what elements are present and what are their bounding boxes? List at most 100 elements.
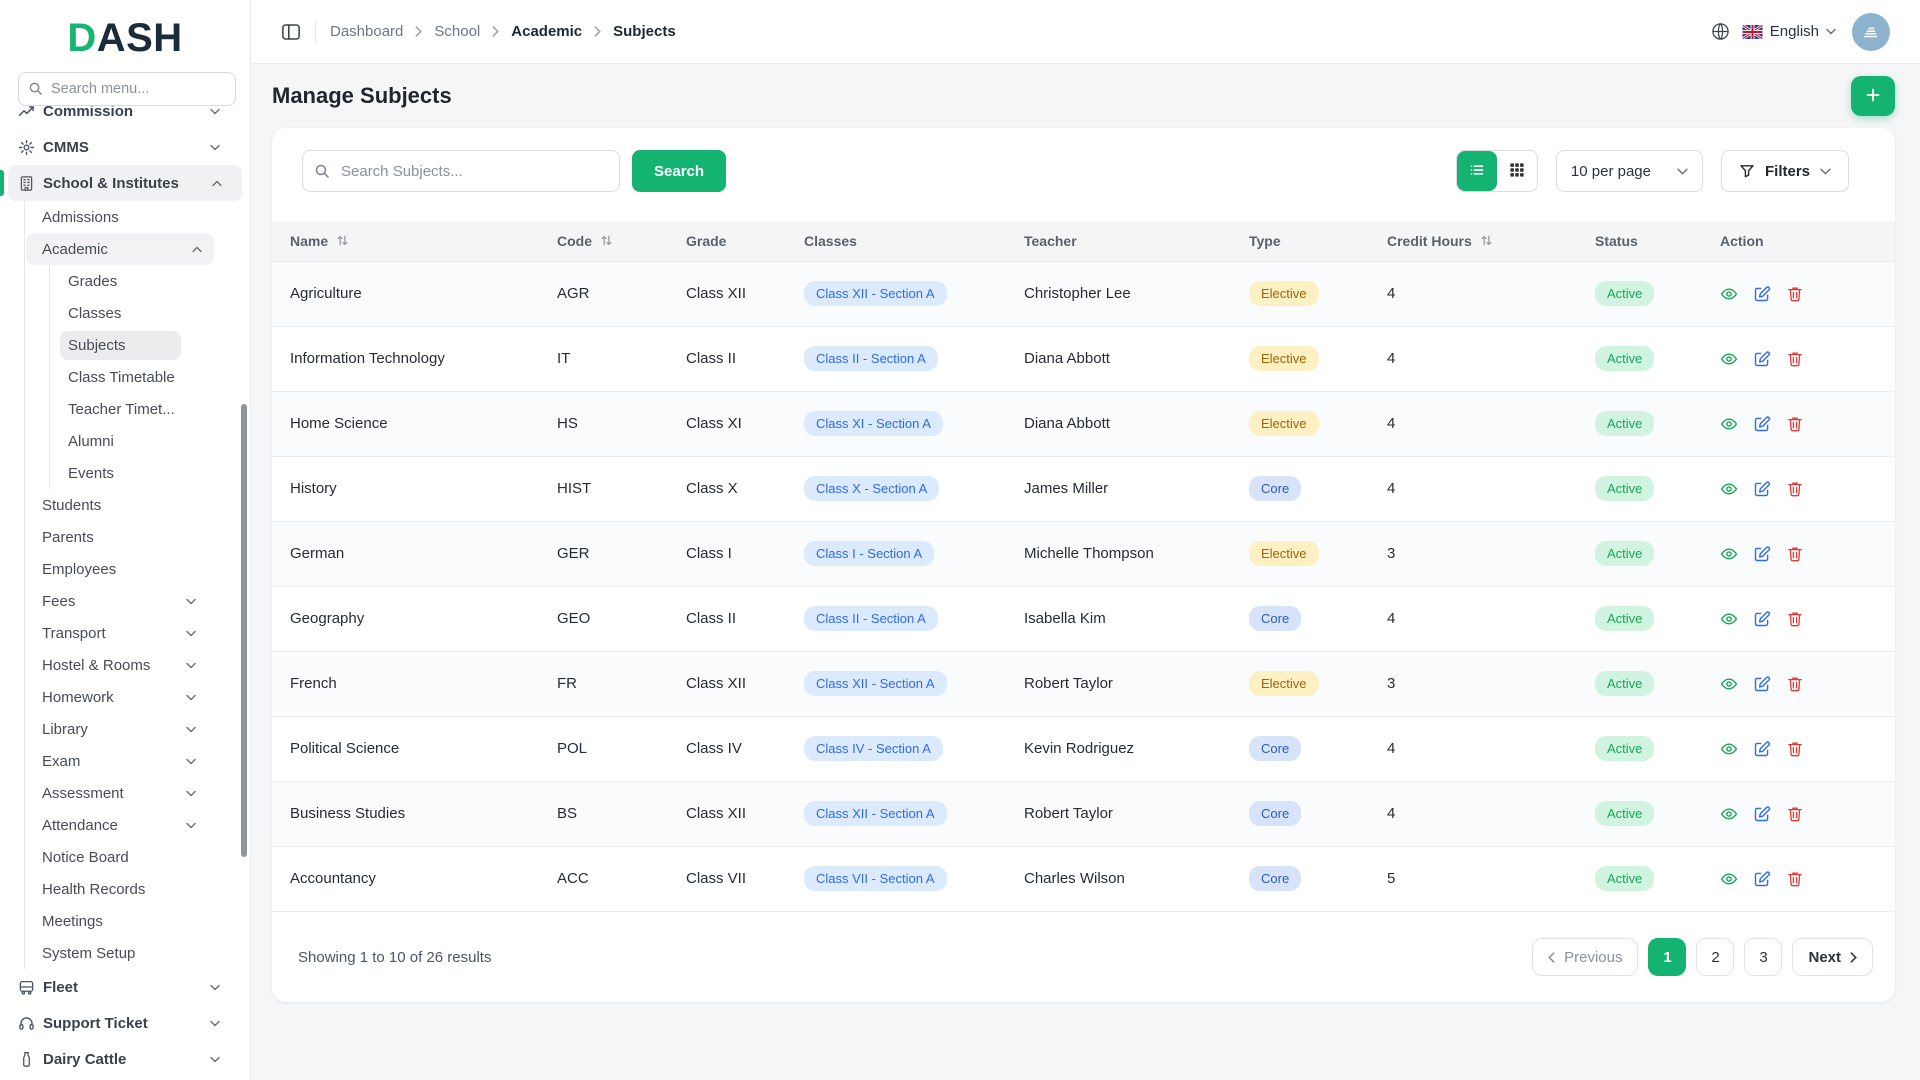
view-button[interactable] — [1720, 415, 1738, 433]
sidebar-item-events[interactable]: Events — [8, 457, 240, 489]
edit-button[interactable] — [1753, 675, 1771, 693]
sidebar-item-hostel-rooms[interactable]: Hostel & Rooms — [8, 649, 240, 681]
delete-button[interactable] — [1786, 545, 1804, 563]
action-buttons — [1720, 870, 1895, 888]
sidebar-item-admissions[interactable]: Admissions — [8, 201, 240, 233]
list-view-button[interactable] — [1457, 151, 1497, 191]
delete-button[interactable] — [1786, 415, 1804, 433]
add-subject-button[interactable] — [1851, 76, 1895, 116]
page-button-1[interactable]: 1 — [1648, 938, 1686, 976]
cell-name: French — [272, 651, 557, 716]
sidebar-item-system-setup[interactable]: System Setup — [8, 937, 240, 969]
user-avatar[interactable] — [1852, 13, 1890, 51]
edit-button[interactable] — [1753, 870, 1771, 888]
search-button[interactable]: Search — [632, 150, 726, 192]
delete-button[interactable] — [1786, 870, 1804, 888]
sidebar-item-transport[interactable]: Transport — [8, 617, 240, 649]
breadcrumb-item-academic[interactable]: Academic — [511, 23, 582, 40]
view-button[interactable] — [1720, 545, 1738, 563]
edit-button[interactable] — [1753, 740, 1771, 758]
grid-icon — [1509, 162, 1525, 181]
delete-button[interactable] — [1786, 350, 1804, 368]
sidebar-item-class-timetable[interactable]: Class Timetable — [8, 361, 240, 393]
view-button[interactable] — [1720, 480, 1738, 498]
cell-type: Elective — [1249, 391, 1387, 456]
next-page-button[interactable]: Next — [1792, 938, 1873, 976]
sidebar-item-dairy-cattle[interactable]: Dairy Cattle — [8, 1041, 240, 1077]
sidebar-item-commission[interactable]: Commission — [8, 106, 240, 129]
sidebar-item-homework[interactable]: Homework — [8, 681, 240, 713]
chevron-down-icon — [210, 984, 220, 991]
filters-button[interactable]: Filters — [1721, 150, 1849, 192]
cell-code: FR — [557, 651, 686, 716]
edit-button[interactable] — [1753, 285, 1771, 303]
grid-view-button[interactable] — [1497, 151, 1537, 191]
class-badge: Class VII - Section A — [804, 866, 947, 891]
sidebar-scrollbar[interactable] — [241, 404, 247, 857]
globe-icon[interactable] — [1711, 22, 1730, 41]
breadcrumb-item-dashboard[interactable]: Dashboard — [330, 23, 403, 40]
sidebar-item-exam[interactable]: Exam — [8, 745, 240, 777]
edit-button[interactable] — [1753, 610, 1771, 628]
sidebar-item-students[interactable]: Students — [8, 489, 240, 521]
sidebar-item-cmms[interactable]: CMMS — [8, 129, 240, 165]
sidebar-item-support-ticket[interactable]: Support Ticket — [8, 1005, 240, 1041]
delete-button[interactable] — [1786, 805, 1804, 823]
sidebar-item-alumni[interactable]: Alumni — [8, 425, 240, 457]
language-selector[interactable]: English — [1742, 23, 1836, 40]
delete-button[interactable] — [1786, 675, 1804, 693]
per-page-select[interactable]: 10 per page — [1556, 150, 1703, 192]
sidebar-item-fees[interactable]: Fees — [8, 585, 240, 617]
view-button[interactable] — [1720, 870, 1738, 888]
edit-button[interactable] — [1753, 480, 1771, 498]
breadcrumb-item-subjects[interactable]: Subjects — [613, 23, 676, 40]
col-code[interactable]: Code — [557, 221, 686, 261]
view-button[interactable] — [1720, 350, 1738, 368]
view-button[interactable] — [1720, 610, 1738, 628]
sidebar-item-school-institutes[interactable]: School & Institutes — [8, 165, 242, 201]
headset-icon — [18, 1015, 35, 1032]
cell-type: Core — [1249, 846, 1387, 911]
sidebar-item-health-records[interactable]: Health Records — [8, 873, 240, 905]
sidebar-item-label: System Setup — [42, 945, 135, 962]
view-button[interactable] — [1720, 805, 1738, 823]
chevron-down-icon — [186, 662, 196, 669]
sidebar-item-teacher-timet[interactable]: Teacher Timet... — [8, 393, 240, 425]
delete-button[interactable] — [1786, 480, 1804, 498]
subjects-search-input[interactable] — [302, 150, 620, 192]
sidebar-item-assessment[interactable]: Assessment — [8, 777, 240, 809]
edit-button[interactable] — [1753, 545, 1771, 563]
sidebar-toggle-icon[interactable] — [281, 22, 301, 42]
funnel-icon — [1739, 163, 1755, 179]
sidebar-item-library[interactable]: Library — [8, 713, 240, 745]
previous-page-button[interactable]: Previous — [1532, 938, 1638, 976]
breadcrumb-item-school[interactable]: School — [434, 23, 480, 40]
sidebar-item-classes[interactable]: Classes — [8, 297, 240, 329]
delete-button[interactable] — [1786, 740, 1804, 758]
edit-button[interactable] — [1753, 350, 1771, 368]
delete-button[interactable] — [1786, 610, 1804, 628]
page-button-2[interactable]: 2 — [1696, 938, 1734, 976]
edit-button[interactable] — [1753, 415, 1771, 433]
sidebar-search-input[interactable] — [18, 72, 236, 106]
view-button[interactable] — [1720, 675, 1738, 693]
view-button[interactable] — [1720, 285, 1738, 303]
sidebar-item-meetings[interactable]: Meetings — [8, 905, 240, 937]
page-button-3[interactable]: 3 — [1744, 938, 1782, 976]
sidebar-item-subjects[interactable]: Subjects — [8, 329, 240, 361]
view-button[interactable] — [1720, 740, 1738, 758]
sidebar-item-attendance[interactable]: Attendance — [8, 809, 240, 841]
col-credit-hours[interactable]: Credit Hours — [1387, 221, 1595, 261]
sidebar-item-label: Dairy Cattle — [43, 1051, 126, 1068]
status-badge: Active — [1595, 606, 1654, 631]
delete-button[interactable] — [1786, 285, 1804, 303]
sidebar-item-notice-board[interactable]: Notice Board — [8, 841, 240, 873]
sidebar-item-academic[interactable]: Academic — [26, 233, 214, 265]
sidebar-item-parents[interactable]: Parents — [8, 521, 240, 553]
cell-classes: Class XII - Section A — [804, 651, 1024, 716]
sidebar-item-grades[interactable]: Grades — [8, 265, 240, 297]
sidebar-item-fleet[interactable]: Fleet — [8, 969, 240, 1005]
col-name[interactable]: Name — [272, 221, 557, 261]
edit-button[interactable] — [1753, 805, 1771, 823]
sidebar-item-employees[interactable]: Employees — [8, 553, 240, 585]
